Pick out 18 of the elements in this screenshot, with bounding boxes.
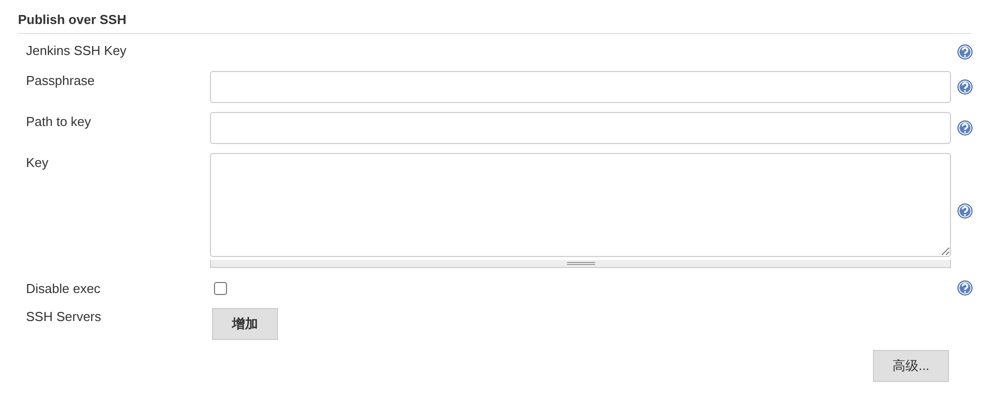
input-field[interactable] (210, 112, 951, 144)
field-label: Disable exec (26, 281, 100, 296)
advanced-button[interactable]: 高级... (873, 350, 949, 382)
resize-handle[interactable] (210, 260, 951, 268)
help-icon[interactable] (957, 44, 973, 60)
help-icon[interactable] (957, 280, 973, 296)
help-icon[interactable] (957, 120, 973, 136)
checkbox[interactable] (214, 282, 227, 295)
help-icon[interactable] (957, 79, 973, 95)
field-label: Path to key (26, 114, 92, 129)
help-icon[interactable] (957, 202, 973, 218)
field-label: SSH Servers (26, 309, 102, 324)
section-title: Publish over SSH (18, 12, 971, 34)
field-label: Jenkins SSH Key (26, 43, 126, 58)
field-label: Key (26, 155, 48, 170)
input-field[interactable] (210, 71, 951, 103)
add-button[interactable]: 增加 (212, 308, 278, 340)
field-label: Passphrase (26, 73, 95, 88)
